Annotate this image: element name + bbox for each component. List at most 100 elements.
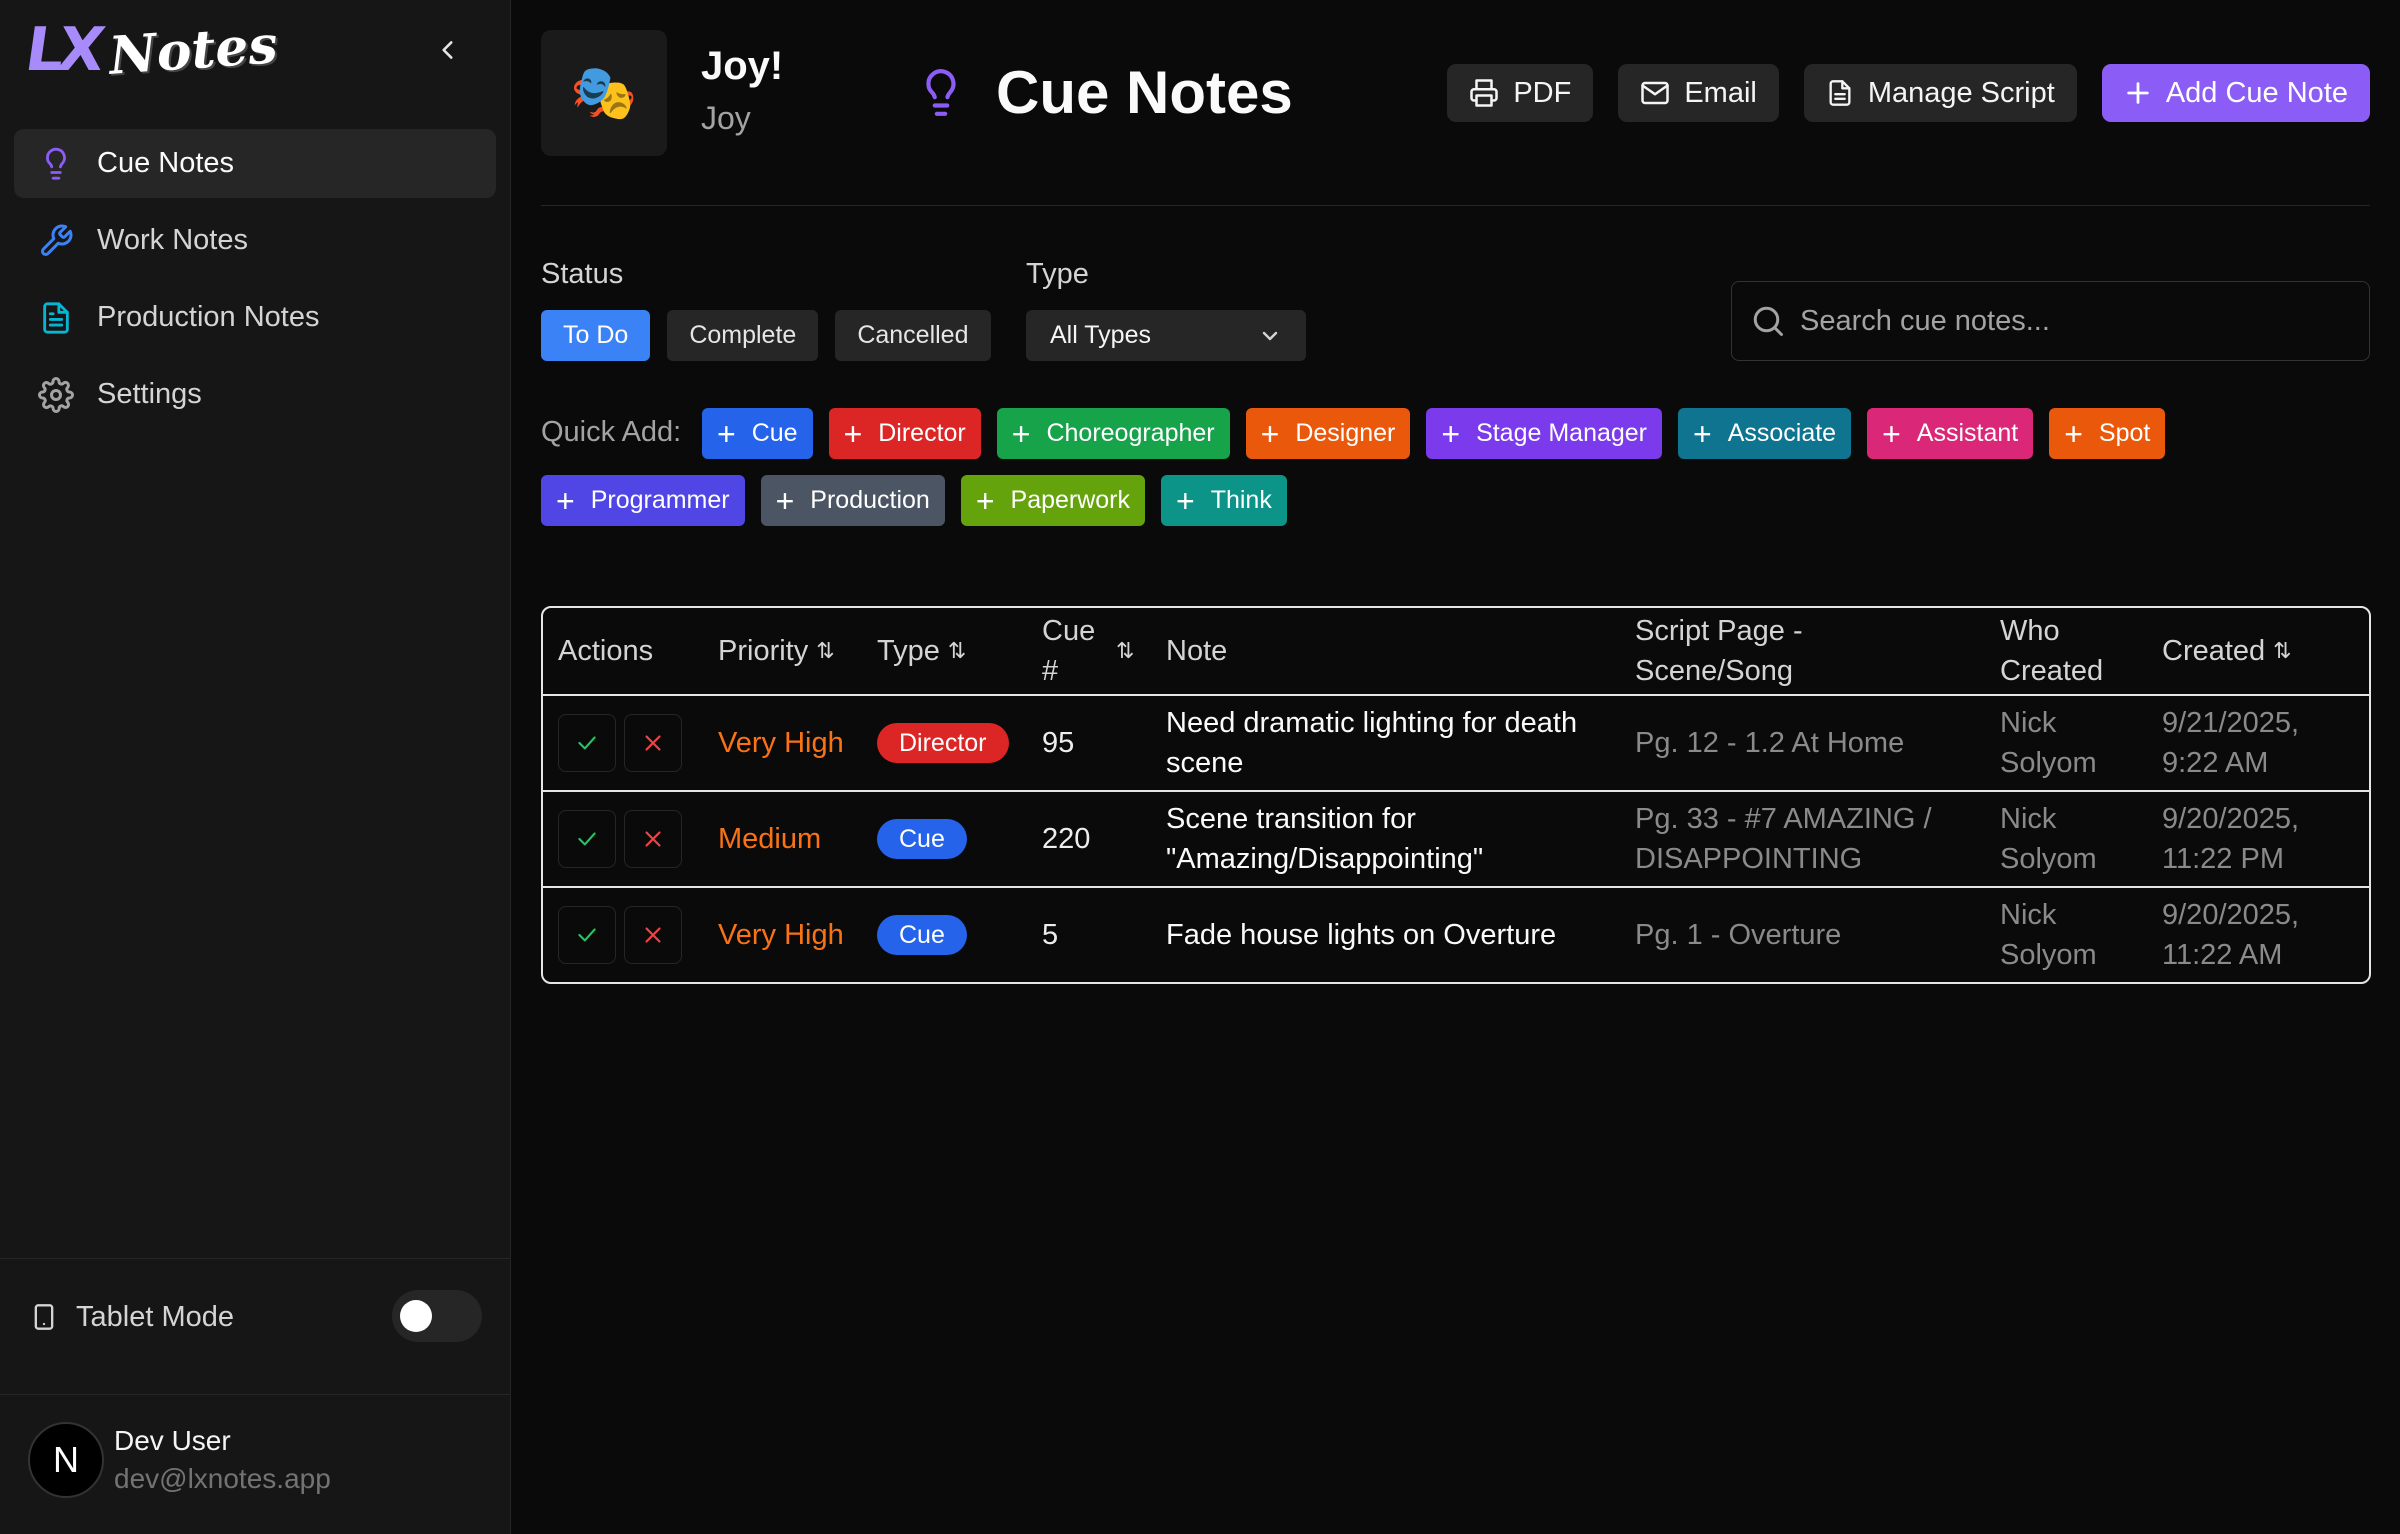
plus-icon: + xyxy=(775,482,795,519)
quick-add-label-text: Programmer xyxy=(590,486,730,514)
header-label: Actions xyxy=(558,635,654,667)
header-label: Script Page - Scene/Song xyxy=(1635,615,1803,687)
tablet-icon xyxy=(30,1302,58,1332)
table-row[interactable]: Medium Cue 220 Scene transition for "Ama… xyxy=(543,790,2369,886)
type-cell: Cue xyxy=(877,792,967,886)
theater-masks-icon: 🎭 xyxy=(541,30,667,156)
sidebar-item-label: Settings xyxy=(97,378,202,410)
quick-add-paperwork-button[interactable]: + Paperwork xyxy=(960,475,1146,526)
quick-add-spot-button[interactable]: + Spot xyxy=(2049,408,2166,459)
plus-icon: + xyxy=(717,415,736,452)
note-cell: Scene transition for "Amazing/Disappoint… xyxy=(1166,803,1484,875)
type-filter-label: Type xyxy=(1026,258,1089,290)
sort-icon: ⇅ xyxy=(947,638,967,663)
quick-add-director-button[interactable]: + Director xyxy=(828,408,981,459)
cancel-button[interactable] xyxy=(624,810,682,868)
cancel-button[interactable] xyxy=(624,906,682,964)
quick-add-stage-manager-button[interactable]: + Stage Manager xyxy=(1426,408,1663,459)
plus-icon: + xyxy=(975,482,995,519)
column-header-created[interactable]: Created ⇅ xyxy=(2162,608,2292,694)
type-cell: Cue xyxy=(877,888,967,982)
quick-add-row: + Cue + Director + Choreographer + Designer … xyxy=(702,408,2166,459)
close-icon xyxy=(645,735,661,751)
header-label: Who Created xyxy=(2000,615,2104,687)
sidebar-item-label: Work Notes xyxy=(97,224,248,256)
header-label: Priority xyxy=(718,635,809,667)
chevron-left-icon xyxy=(442,41,453,59)
quick-add-label-text: Production xyxy=(810,486,930,514)
row-actions xyxy=(558,696,690,790)
quick-add-choreographer-button[interactable]: + Choreographer xyxy=(996,408,1230,459)
created-cell: 9/21/2025, 9:22 AM xyxy=(2162,707,2300,779)
manage-script-button[interactable]: Manage Script xyxy=(1803,64,2077,122)
pdf-button[interactable]: PDF xyxy=(1447,64,1594,122)
created-cell: 9/20/2025, 11:22 PM xyxy=(2162,803,2300,875)
page-header: Cue Notes xyxy=(916,58,1293,127)
add-cue-note-label: Add Cue Note xyxy=(2165,76,2348,109)
complete-button[interactable] xyxy=(558,906,616,964)
status-complete-button[interactable]: Complete xyxy=(667,310,819,361)
status-cancelled-button[interactable]: Cancelled xyxy=(835,310,991,361)
quick-add-programmer-button[interactable]: + Programmer xyxy=(541,475,745,526)
quick-add-assistant-button[interactable]: + Assistant xyxy=(1867,408,2034,459)
cancel-button[interactable] xyxy=(624,714,682,772)
header-label: Cue # xyxy=(1042,615,1096,687)
tablet-mode-toggle[interactable] xyxy=(392,1290,482,1342)
quick-add-label-text: Designer xyxy=(1295,419,1396,447)
column-header-script-page: Script Page - Scene/Song xyxy=(1635,608,1835,694)
manage-script-label: Manage Script xyxy=(1867,76,2055,109)
type-select[interactable]: All Types xyxy=(1026,310,1306,361)
plus-icon: + xyxy=(2064,415,2083,452)
cue-number-cell: 5 xyxy=(1042,919,1059,951)
quick-add-label-text: Think xyxy=(1210,486,1272,514)
sidebar-item-cue-notes[interactable]: Cue Notes xyxy=(14,129,496,198)
column-header-priority[interactable]: Priority ⇅ xyxy=(718,608,835,694)
script-page-cell: Pg. 33 - #7 AMAZING / DISAPPOINTING xyxy=(1635,803,1932,875)
status-todo-button[interactable]: To Do xyxy=(541,310,651,361)
quick-add-label-text: Choreographer xyxy=(1046,419,1215,447)
column-header-actions: Actions xyxy=(558,608,653,694)
header-divider xyxy=(541,205,2370,206)
document-icon xyxy=(36,298,76,338)
cue-number-cell: 95 xyxy=(1042,727,1075,759)
who-created-cell: Nick Solyom xyxy=(2000,899,2097,971)
sidebar-item-work-notes[interactable]: Work Notes xyxy=(14,206,496,275)
table-row[interactable]: Very High Cue 5 Fade house lights on Ove… xyxy=(543,886,2369,982)
complete-button[interactable] xyxy=(558,714,616,772)
quick-add-think-button[interactable]: + Think xyxy=(1161,475,1287,526)
check-icon xyxy=(578,832,596,846)
sidebar-item-production-notes[interactable]: Production Notes xyxy=(14,283,496,352)
search-icon xyxy=(1753,306,1783,336)
note-cell: Fade house lights on Overture xyxy=(1166,919,1557,951)
priority-cell: Very High xyxy=(718,727,844,759)
quick-add-cue-button[interactable]: + Cue xyxy=(702,408,813,459)
collapse-sidebar-button[interactable] xyxy=(424,26,472,74)
avatar: N xyxy=(28,1422,104,1498)
add-cue-note-button[interactable]: Add Cue Note xyxy=(2101,64,2370,122)
sidebar-item-settings[interactable]: Settings xyxy=(14,360,496,429)
column-header-cue[interactable]: Cue # ⇅ xyxy=(1042,608,1142,694)
quick-add-label-text: Spot xyxy=(2098,419,2151,447)
script-page-cell: Pg. 12 - 1.2 At Home xyxy=(1635,727,1905,759)
column-header-type[interactable]: Type ⇅ xyxy=(877,608,966,694)
quick-add-associate-button[interactable]: + Associate xyxy=(1678,408,1852,459)
search-input[interactable] xyxy=(1800,304,2340,338)
quick-add-production-button[interactable]: + Production xyxy=(760,475,945,526)
table-row[interactable]: Very High Director 95 Need dramatic ligh… xyxy=(543,694,2369,790)
user-profile[interactable]: N Dev User dev@lxnotes.app xyxy=(28,1410,488,1510)
created-cell: 9/20/2025, 11:22 AM xyxy=(2162,899,2300,971)
chevron-down-icon xyxy=(1262,331,1278,340)
file-text-icon xyxy=(1826,78,1854,108)
toggle-knob xyxy=(400,1300,432,1332)
complete-button[interactable] xyxy=(558,810,616,868)
column-header-note: Note xyxy=(1166,608,1227,694)
row-actions xyxy=(558,792,690,886)
email-button[interactable]: Email xyxy=(1618,64,1779,122)
lightbulb-icon xyxy=(36,144,76,184)
header-label: Note xyxy=(1166,635,1228,667)
plus-icon: + xyxy=(556,482,575,519)
quick-add-designer-button[interactable]: + Designer xyxy=(1245,408,1411,459)
close-icon xyxy=(645,927,661,943)
tablet-mode-row: Tablet Mode xyxy=(30,1290,482,1344)
app-logo[interactable]: LX Notes xyxy=(21,8,279,92)
